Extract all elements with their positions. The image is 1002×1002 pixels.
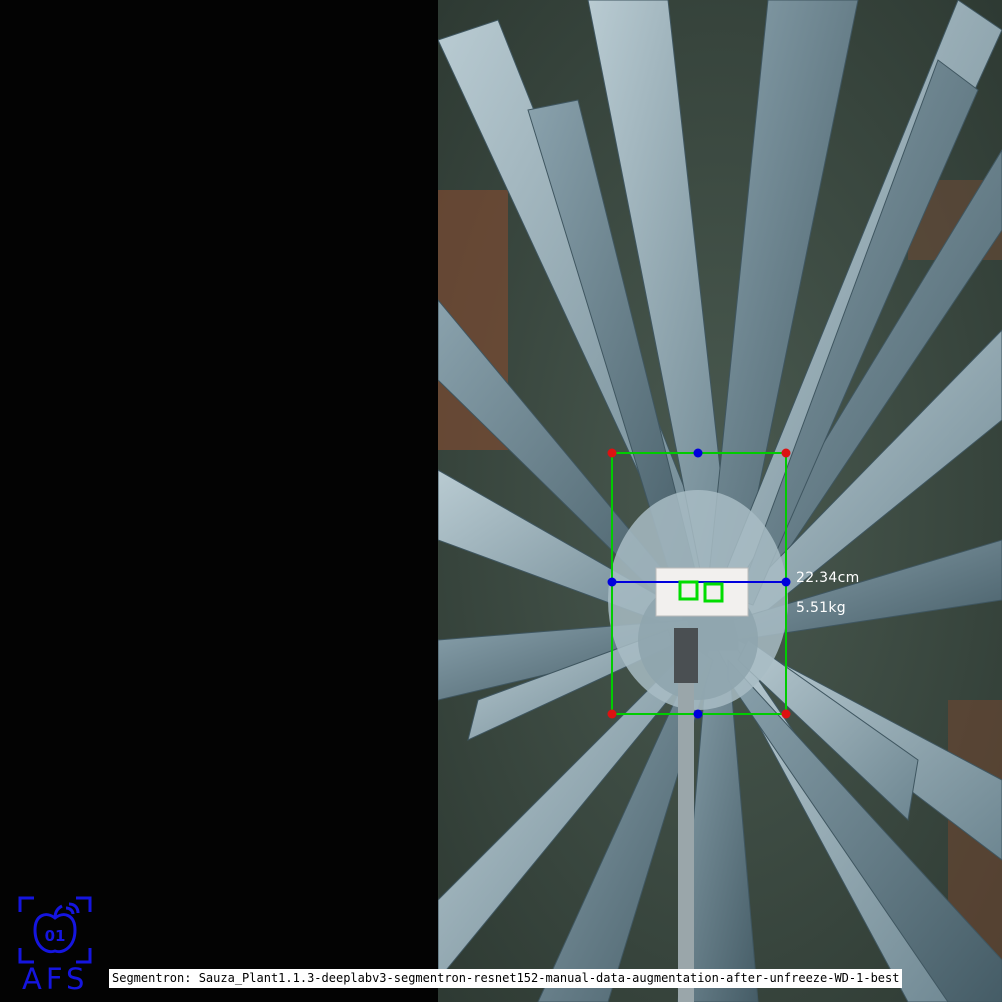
agave-plant-illustration	[438, 0, 1002, 1002]
logo-text: AFS	[22, 962, 89, 996]
diameter-label: 22.34cm	[796, 570, 860, 586]
black-padding-area	[0, 0, 438, 1002]
agave-plant-photo	[438, 0, 1002, 1002]
logo-badge-text: 01	[45, 927, 66, 945]
model-caption: Segmentron: Sauza_Plant1.1.3-deeplabv3-s…	[109, 969, 903, 988]
weight-label: 5.51kg	[796, 600, 846, 616]
